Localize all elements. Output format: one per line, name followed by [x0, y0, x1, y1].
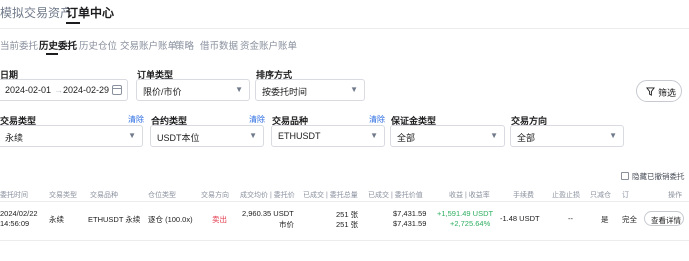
col-action: 操作 — [668, 192, 682, 199]
date-range-picker[interactable]: 2024-02-01 → 2024-02-29 — [0, 79, 128, 101]
trade-type-select[interactable]: 永续 ▼ — [0, 125, 143, 147]
position-type-cell: 逐仓 (100.0x) — [148, 215, 193, 224]
order-type-value: 限价/市价 — [143, 87, 182, 97]
col-fee: 手续费 — [513, 192, 534, 199]
sort-select[interactable]: 按委托时间 ▼ — [255, 79, 365, 101]
top-tabs: 模拟交易资产 订单中心 — [0, 0, 689, 26]
trade-type-cell: 永续 — [49, 215, 64, 224]
fee-cell: -1.48 USDT — [500, 214, 540, 223]
col-order-time: 委托时间 — [0, 192, 28, 199]
direction-select[interactable]: 全部 ▼ — [510, 125, 624, 147]
instrument-clear[interactable]: 清除 — [369, 114, 385, 125]
hide-cancelled-checkbox[interactable] — [621, 172, 629, 180]
trade-type-clear[interactable]: 清除 — [128, 114, 144, 125]
chevron-down-icon: ▼ — [350, 85, 358, 94]
sort-value: 按委托时间 — [262, 87, 308, 97]
direction-value: 全部 — [517, 133, 536, 143]
tab-open-orders[interactable]: 当前委托 — [0, 38, 38, 52]
col-avg-price: 成交均价 | 委托价 — [240, 192, 295, 199]
contract-type-clear[interactable]: 清除 — [249, 114, 265, 125]
col-position-type: 仓位类型 — [148, 192, 176, 199]
instrument-value: ETHUSDT — [278, 131, 321, 141]
table-row: 2024/02/22 14:56:09 永续 ETHUSDT 永续 逐仓 (10… — [0, 204, 689, 234]
contract-type-value: USDT本位 — [157, 133, 200, 143]
view-details-label: 查看详情 — [651, 216, 681, 225]
col-reduce-only: 只减仓 — [590, 192, 611, 199]
tab-trade-account-bills[interactable]: 交易账户账单 — [120, 38, 177, 52]
col-instrument: 交易品种 — [90, 192, 118, 199]
date-end[interactable]: 2024-02-29 — [63, 85, 109, 95]
filter-label: 筛选 — [658, 88, 677, 98]
col-status: 订 — [622, 192, 629, 199]
tab-borrow-data[interactable]: 借币数据 — [200, 38, 238, 52]
margin-type-select[interactable]: 全部 ▼ — [390, 125, 505, 147]
instrument-cell: ETHUSDT 永续 — [88, 215, 141, 224]
trade-type-value: 永续 — [5, 133, 24, 143]
order-date: 2024/02/22 — [0, 209, 38, 218]
order-time: 14:56:09 — [0, 219, 30, 228]
col-trade-type: 交易类型 — [49, 192, 77, 199]
order-price-cell: 市价 — [279, 220, 294, 229]
divider — [0, 240, 689, 241]
col-filled-value: 已成交 | 委托价值 — [368, 192, 423, 199]
tab-simulated-assets[interactable]: 模拟交易资产 — [0, 4, 72, 21]
tab-funding-account-bills[interactable]: 资金账户账单 — [240, 38, 297, 52]
order-value-cell: $7,431.59 — [393, 219, 427, 228]
tp-sl-cell: -- — [568, 214, 573, 223]
tab-order-center[interactable]: 订单中心 — [66, 4, 114, 21]
divider — [0, 28, 689, 29]
tab-strategy[interactable]: 策略 — [175, 38, 194, 52]
margin-type-value: 全部 — [397, 133, 416, 143]
chevron-down-icon: ▼ — [609, 131, 617, 140]
calendar-icon[interactable] — [112, 85, 122, 95]
col-tp-sl: 止盈止损 — [552, 192, 580, 199]
tab-order-history[interactable]: 历史委托 — [39, 38, 77, 52]
status-cell: 完全 — [622, 215, 637, 224]
chevron-down-icon: ▼ — [490, 131, 498, 140]
chevron-down-icon: ▼ — [249, 131, 257, 140]
direction-cell: 卖出 — [212, 215, 227, 224]
hide-cancelled-label: 隐藏已撤销委托 — [632, 172, 685, 181]
col-filled-qty: 已成交 | 委托总量 — [303, 192, 358, 199]
chevron-down-icon: ▼ — [235, 85, 243, 94]
view-details-button[interactable]: 查看详情 — [644, 211, 684, 226]
filter-button[interactable]: 筛选 — [636, 80, 682, 102]
tab-position-history[interactable]: 历史仓位 — [79, 38, 117, 52]
avg-price-cell: 2,960.35 USDT — [242, 209, 294, 218]
order-type-select[interactable]: 限价/市价 ▼ — [136, 79, 250, 101]
chevron-down-icon: ▼ — [370, 131, 378, 140]
pnl-ratio-cell: +2,725.64% — [450, 219, 491, 228]
instrument-select[interactable]: ETHUSDT ▼ — [271, 125, 385, 147]
filled-value-cell: $7,431.59 — [393, 209, 427, 218]
col-pnl: 收益 | 收益率 — [449, 192, 490, 199]
contract-type-select[interactable]: USDT本位 ▼ — [150, 125, 264, 147]
date-start[interactable]: 2024-02-01 — [5, 85, 51, 95]
chevron-down-icon: ▼ — [128, 131, 136, 140]
date-separator: → — [54, 85, 63, 95]
col-direction: 交易方向 — [201, 192, 229, 199]
active-tab-indicator — [66, 22, 80, 24]
total-qty-cell: 251 张 — [336, 220, 359, 229]
reduce-only-cell: 是 — [601, 215, 609, 224]
active-subtab-indicator — [46, 53, 58, 55]
table-header: 委托时间 交易类型 交易品种 仓位类型 交易方向 成交均价 | 委托价 已成交 … — [0, 188, 689, 202]
filter-icon — [646, 87, 655, 96]
pnl-cell: +1,591.49 USDT — [437, 209, 494, 218]
